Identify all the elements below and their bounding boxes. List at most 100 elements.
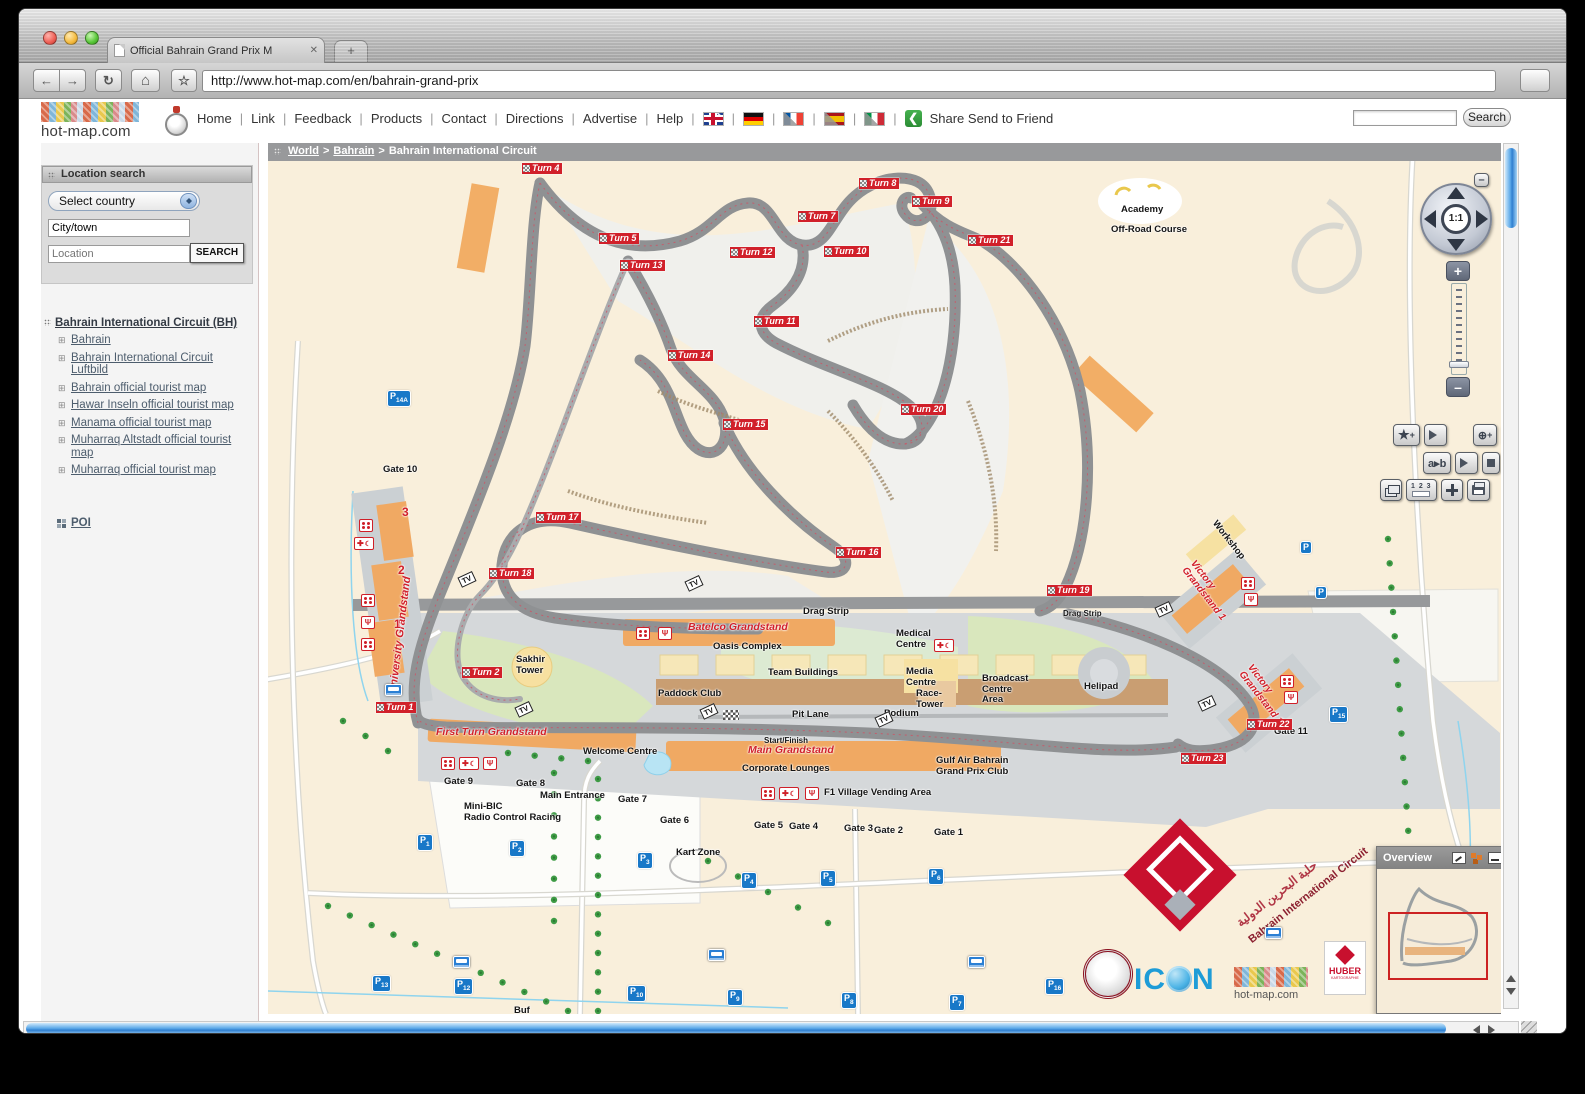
country-select[interactable]: Select country	[48, 191, 200, 211]
sidebar-link[interactable]: Muharraq Altstadt official tourist map	[71, 434, 247, 459]
tab-close-icon[interactable]: ✕	[310, 45, 318, 56]
browser-tab[interactable]: Official Bahrain Grand Prix M ✕	[107, 37, 325, 63]
sidebar-region-title[interactable]: Bahrain International Circuit (BH)	[55, 317, 249, 329]
pan-north-icon[interactable]	[1447, 187, 1465, 199]
sidebar-link[interactable]: Bahrain official tourist map	[71, 382, 247, 395]
play-favorites-button[interactable]	[1424, 424, 1447, 446]
add-waypoint-button[interactable]: ⊕+	[1473, 424, 1497, 446]
restaurant-icon	[805, 787, 819, 800]
close-window-button[interactable]	[43, 31, 57, 45]
route-steps-button[interactable]: 1 2 3	[1406, 479, 1437, 501]
location-input[interactable]	[48, 245, 190, 263]
sidebar-search-button[interactable]: SEARCH	[190, 243, 244, 263]
overview-titlebar[interactable]: Overview	[1377, 847, 1501, 869]
map-minimize-button[interactable]: –	[1474, 173, 1489, 187]
map-viewport[interactable]: Turn 4Turn 8Turn 9Turn 7Turn 5Turn 21Tur…	[268, 161, 1501, 1014]
language-flag-de[interactable]	[743, 112, 764, 126]
sidebar-link[interactable]: Bahrain International Circuit Luftbild	[71, 352, 247, 377]
sidebar-link[interactable]: Hawar Inseln official tourist map	[71, 399, 247, 412]
pan-south-icon[interactable]	[1447, 239, 1465, 251]
vertical-scroll-thumb[interactable]	[1505, 148, 1517, 228]
route-play-button[interactable]	[1455, 452, 1478, 474]
home-button[interactable]: ⌂	[131, 69, 160, 92]
restaurant-icon	[658, 627, 672, 640]
bic-diamond-icon	[1123, 818, 1236, 931]
hotmap-logo-image[interactable]	[41, 102, 139, 122]
horizontal-scroll-thumb[interactable]	[26, 1023, 1446, 1034]
zoom-slider[interactable]: + –	[1446, 261, 1472, 397]
zoom-1-1-button[interactable]: 1:1	[1441, 204, 1471, 234]
parking-marker: P	[1316, 587, 1326, 598]
page-menu-button[interactable]	[1520, 69, 1550, 92]
pan-east-icon[interactable]	[1476, 210, 1488, 228]
sidebar-link[interactable]: Bahrain	[71, 334, 247, 347]
language-flag-it[interactable]	[864, 112, 885, 126]
scroll-right-icon[interactable]	[1488, 1025, 1500, 1034]
nav-separator: |	[645, 111, 648, 126]
language-flag-fr[interactable]	[783, 112, 804, 126]
zoom-in-button[interactable]: +	[1446, 261, 1470, 281]
scroll-up-icon[interactable]	[1506, 970, 1516, 982]
sidebar-item-poi[interactable]: POI	[71, 517, 247, 529]
nav-item-contact[interactable]: Contact	[442, 111, 487, 126]
layers-button[interactable]	[1380, 479, 1402, 501]
overview-minimap[interactable]	[1377, 869, 1501, 1013]
scroll-down-icon[interactable]	[1506, 988, 1516, 1000]
window-titlebar[interactable]: Official Bahrain Grand Prix M ✕ +	[19, 9, 1566, 63]
location-search-header[interactable]: Location search	[42, 166, 252, 183]
overview-tiles-icon[interactable]	[1470, 852, 1484, 864]
zoom-out-button[interactable]: –	[1446, 377, 1470, 397]
parking-marker: P6	[929, 869, 943, 884]
zoom-track[interactable]	[1451, 283, 1467, 375]
city-town-input[interactable]	[48, 219, 190, 237]
map-pan-compass[interactable]: 1:1	[1420, 183, 1492, 255]
reload-button[interactable]: ↻	[95, 69, 122, 92]
window-resize-grip[interactable]	[1521, 1021, 1537, 1034]
pan-west-icon[interactable]	[1424, 210, 1436, 228]
nav-separator: |	[893, 111, 896, 126]
turn-label: Turn 11	[754, 316, 799, 327]
zoom-window-button[interactable]	[85, 31, 99, 45]
share-icon[interactable]: ❮	[905, 110, 922, 127]
zoom-thumb[interactable]	[1449, 361, 1469, 368]
overview-minimize-icon[interactable]	[1488, 852, 1501, 864]
share-send-to-friend-link[interactable]: Share Send to Friend	[930, 111, 1054, 126]
new-tab-button[interactable]: +	[334, 40, 368, 62]
url-bar[interactable]: http://www.hot-map.com/en/bahrain-grand-…	[202, 70, 1496, 92]
route-ab-button[interactable]: a▸b	[1423, 452, 1451, 474]
print-button[interactable]	[1467, 479, 1490, 501]
language-flag-es[interactable]	[824, 112, 845, 126]
nav-item-feedback[interactable]: Feedback	[294, 111, 351, 126]
nav-separator: |	[691, 111, 694, 126]
nav-item-link[interactable]: Link	[251, 111, 275, 126]
vertical-scrollbar[interactable]	[1503, 143, 1519, 1009]
nav-item-advertise[interactable]: Advertise	[583, 111, 637, 126]
nav-item-home[interactable]: Home	[197, 111, 232, 126]
breadcrumb-link[interactable]: Bahrain	[333, 145, 374, 157]
hotmap-logo-text[interactable]: hot-map.com	[41, 123, 131, 140]
sidebar-link[interactable]: Manama official tourist map	[71, 417, 247, 430]
nav-item-directions[interactable]: Directions	[506, 111, 564, 126]
parking-marker: P3	[638, 853, 652, 868]
overview-export-icon[interactable]	[1452, 852, 1466, 864]
overview-panel[interactable]: Overview	[1376, 846, 1501, 1014]
nav-item-help[interactable]: Help	[657, 111, 684, 126]
language-flag-en[interactable]	[703, 112, 724, 126]
forward-button[interactable]: →	[59, 69, 86, 92]
scroll-left-icon[interactable]	[1468, 1025, 1480, 1034]
map-place-label: Gate 6	[660, 816, 689, 827]
back-button[interactable]: ←	[33, 69, 60, 92]
pan-mode-button[interactable]	[1441, 479, 1463, 501]
site-search-button[interactable]: Search	[1463, 108, 1511, 127]
breadcrumb-link[interactable]: World	[288, 145, 319, 157]
bookmark-star-icon[interactable]: ☆	[171, 69, 197, 92]
horizontal-scrollbar[interactable]	[23, 1021, 1519, 1034]
sidebar-link[interactable]: Muharraq official tourist map	[71, 464, 247, 477]
nav-item-products[interactable]: Products	[371, 111, 422, 126]
site-search-input[interactable]	[1353, 110, 1457, 126]
minimize-window-button[interactable]	[64, 31, 78, 45]
add-favorite-button[interactable]: ★+	[1393, 424, 1420, 446]
icon-cartography-logo: ICN	[1134, 963, 1215, 997]
route-stop-button[interactable]	[1482, 452, 1500, 474]
map-place-label: Gate 8	[516, 779, 545, 790]
